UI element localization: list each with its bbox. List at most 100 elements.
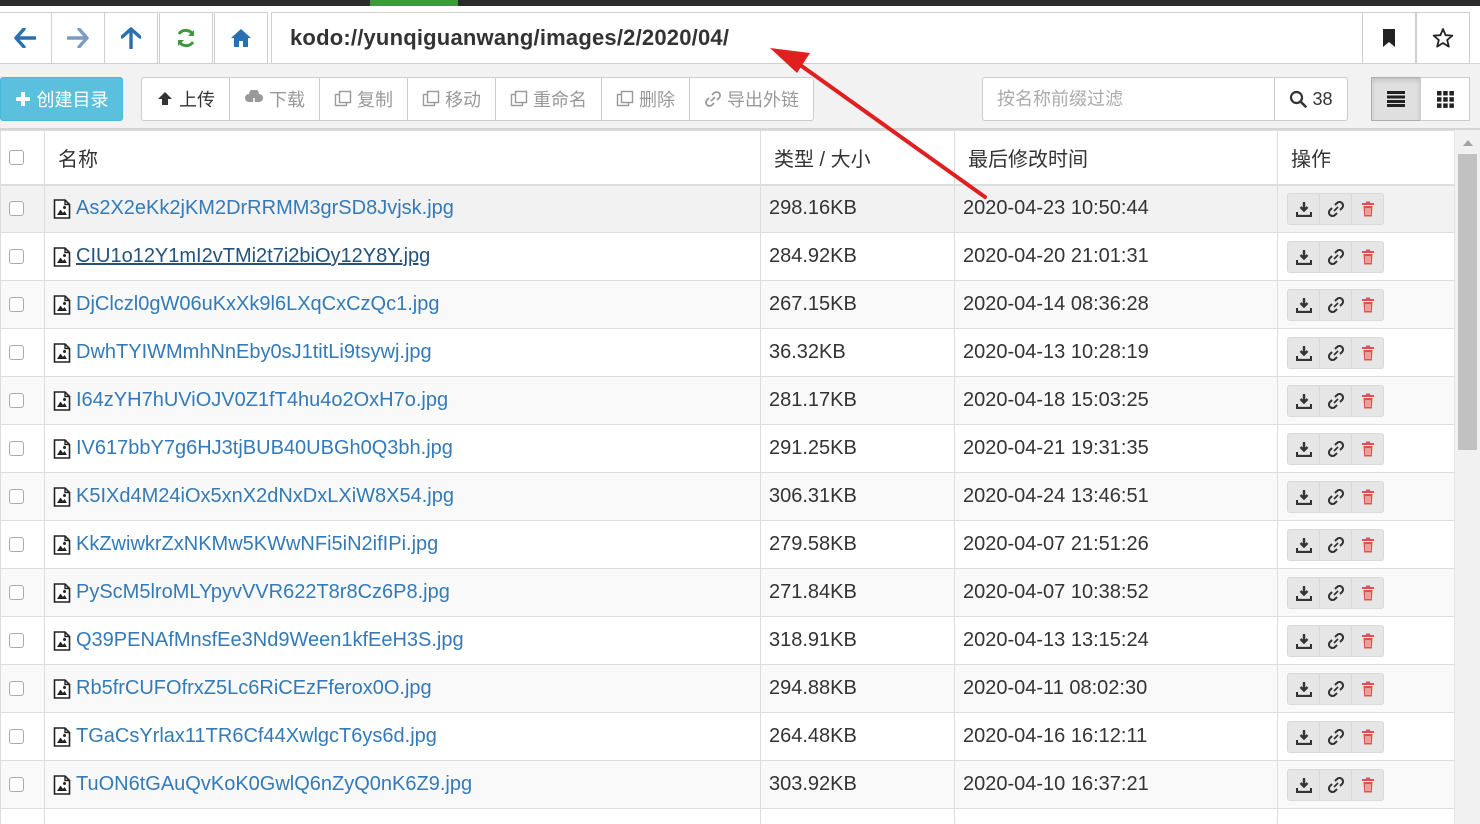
row-delete-button[interactable] (1351, 720, 1384, 753)
row-delete-button[interactable] (1351, 192, 1384, 225)
download-button[interactable]: 下载 (229, 77, 320, 121)
column-header-modified[interactable]: 最后修改时间 (954, 130, 1278, 186)
up-directory-button[interactable] (104, 12, 158, 64)
select-all-checkbox[interactable] (9, 149, 24, 165)
back-button[interactable] (0, 12, 52, 64)
row-copy-link-button[interactable] (1319, 480, 1352, 513)
file-name-link[interactable]: I64zYH7hUViOJV0Z1fT4hu4o2OxH7o.jpg (76, 389, 448, 412)
bookmark-button[interactable] (1362, 12, 1416, 64)
table-row[interactable]: IV617bbY7g6HJ3tjBUB40UBGh0Q3bh.jpg 291.25… (0, 424, 1454, 473)
row-download-button[interactable] (1287, 384, 1320, 417)
delete-button[interactable]: 删除 (601, 77, 690, 121)
row-download-button[interactable] (1287, 336, 1320, 369)
row-copy-link-button[interactable] (1319, 672, 1352, 705)
list-view-button[interactable] (1371, 77, 1421, 121)
search-count-button[interactable]: 38 (1274, 77, 1348, 121)
row-checkbox[interactable] (9, 681, 24, 697)
row-delete-button[interactable] (1351, 528, 1384, 561)
row-delete-button[interactable] (1351, 768, 1384, 801)
row-delete-button[interactable] (1351, 432, 1384, 465)
table-row[interactable]: Rb5frCUFOfrxZ5Lc6RiCEzFferox0O.jpg 294.88… (0, 664, 1454, 713)
row-checkbox[interactable] (9, 489, 24, 505)
table-row[interactable]: I64zYH7hUViOJV0Z1fT4hu4o2OxH7o.jpg 281.17… (0, 376, 1454, 425)
row-copy-link-button[interactable] (1319, 720, 1352, 753)
row-copy-link-button[interactable] (1319, 384, 1352, 417)
upload-button[interactable]: 上传 (141, 77, 230, 121)
table-row[interactable]: Q39PENAfMnsfEe3Nd9Ween1kfEeH3S.jpg 318.91… (0, 616, 1454, 665)
refresh-button[interactable] (159, 12, 213, 64)
scrollbar-thumb[interactable] (1458, 154, 1477, 450)
row-checkbox[interactable] (9, 345, 24, 361)
file-name-link[interactable]: IV617bbY7g6HJ3tjBUB40UBGh0Q3bh.jpg (76, 437, 453, 460)
row-copy-link-button[interactable] (1319, 576, 1352, 609)
row-copy-link-button[interactable] (1319, 192, 1352, 225)
row-checkbox[interactable] (9, 249, 24, 265)
favorite-button[interactable] (1416, 12, 1470, 64)
column-header-type-size[interactable]: 类型 / 大小 (760, 130, 955, 186)
row-checkbox[interactable] (9, 585, 24, 601)
row-copy-link-button[interactable] (1319, 240, 1352, 273)
row-download-button[interactable] (1287, 432, 1320, 465)
row-checkbox[interactable] (9, 441, 24, 457)
row-copy-link-button[interactable] (1319, 528, 1352, 561)
forward-button[interactable] (51, 12, 105, 64)
row-copy-link-button[interactable] (1319, 768, 1352, 801)
row-checkbox[interactable] (9, 201, 24, 217)
file-name-link[interactable]: Rb5frCUFOfrxZ5Lc6RiCEzFferox0O.jpg (76, 677, 432, 700)
table-row[interactable]: KkZwiwkrZxNKMw5KWwNFi5iN2ifIPi.jpg 279.58… (0, 520, 1454, 569)
row-download-button[interactable] (1287, 480, 1320, 513)
table-row[interactable]: As2X2eKk2jKM2DrRRMM3grSD8Jvjsk.jpg 298.16… (0, 184, 1454, 233)
copy-button[interactable]: 复制 (319, 77, 408, 121)
home-button[interactable] (214, 12, 268, 64)
file-name-link[interactable]: K5IXd4M24iOx5xnX2dNxDxLXiW8X54.jpg (76, 485, 454, 508)
file-name-link[interactable]: TGaCsYrlax11TR6Cf44XwlgcT6ys6d.jpg (76, 725, 437, 748)
row-checkbox[interactable] (9, 729, 24, 745)
file-name-link[interactable]: KkZwiwkrZxNKMw5KWwNFi5iN2ifIPi.jpg (76, 533, 438, 556)
row-checkbox[interactable] (9, 633, 24, 649)
row-copy-link-button[interactable] (1319, 432, 1352, 465)
row-delete-button[interactable] (1351, 384, 1384, 417)
row-delete-button[interactable] (1351, 480, 1384, 513)
row-copy-link-button[interactable] (1319, 288, 1352, 321)
row-download-button[interactable] (1287, 768, 1320, 801)
name-prefix-filter-input[interactable] (982, 77, 1275, 121)
row-delete-button[interactable] (1351, 288, 1384, 321)
file-name-link[interactable]: Q39PENAfMnsfEe3Nd9Ween1kfEeH3S.jpg (76, 629, 464, 652)
row-download-button[interactable] (1287, 240, 1320, 273)
grid-view-button[interactable] (1420, 77, 1470, 121)
row-delete-button[interactable] (1351, 672, 1384, 705)
row-download-button[interactable] (1287, 624, 1320, 657)
row-checkbox[interactable] (9, 777, 24, 793)
row-delete-button[interactable] (1351, 240, 1384, 273)
row-checkbox[interactable] (9, 537, 24, 553)
row-download-button[interactable] (1287, 528, 1320, 561)
export-link-button[interactable]: 导出外链 (689, 77, 814, 121)
table-row[interactable]: K5IXd4M24iOx5xnX2dNxDxLXiW8X54.jpg 306.31… (0, 472, 1454, 521)
file-name-link[interactable]: As2X2eKk2jKM2DrRRMM3grSD8Jvjsk.jpg (76, 197, 454, 220)
vertical-scrollbar[interactable] (1454, 130, 1480, 824)
row-delete-button[interactable] (1351, 336, 1384, 369)
row-delete-button[interactable] (1351, 624, 1384, 657)
row-checkbox[interactable] (9, 393, 24, 409)
create-directory-button[interactable]: 创建目录 (0, 77, 123, 121)
table-row[interactable]: TGaCsYrlax11TR6Cf44XwlgcT6ys6d.jpg 264.48… (0, 712, 1454, 761)
row-copy-link-button[interactable] (1319, 624, 1352, 657)
table-row[interactable]: DjClczl0gW06uKxXk9l6LXqCxCzQc1.jpg 267.15… (0, 280, 1454, 329)
table-row[interactable]: PyScM5lroMLYpyvVVR622T8r8Cz6P8.jpg 271.84… (0, 568, 1454, 617)
row-download-button[interactable] (1287, 192, 1320, 225)
row-download-button[interactable] (1287, 672, 1320, 705)
column-header-name[interactable]: 名称 (44, 130, 761, 186)
row-checkbox[interactable] (9, 297, 24, 313)
row-download-button[interactable] (1287, 576, 1320, 609)
file-name-link[interactable]: PyScM5lroMLYpyvVVR622T8r8Cz6P8.jpg (76, 581, 450, 604)
table-row[interactable]: TuON6tGAuQvKoK0GwlQ6nZyQ0nK6Z9.jpg 303.92… (0, 760, 1454, 809)
file-name-link[interactable]: DwhTYIWMmhNnEby0sJ1titLi9tsywj.jpg (76, 341, 432, 364)
rename-button[interactable]: 重命名 (495, 77, 602, 121)
move-button[interactable]: 移动 (407, 77, 496, 121)
row-download-button[interactable] (1287, 720, 1320, 753)
scroll-up-arrow-icon[interactable] (1463, 140, 1473, 146)
address-path[interactable]: kodo://yunqiguanwang/images/2/2020/04/ (271, 12, 1363, 64)
table-row[interactable] (0, 808, 1454, 824)
row-download-button[interactable] (1287, 288, 1320, 321)
row-copy-link-button[interactable] (1319, 336, 1352, 369)
